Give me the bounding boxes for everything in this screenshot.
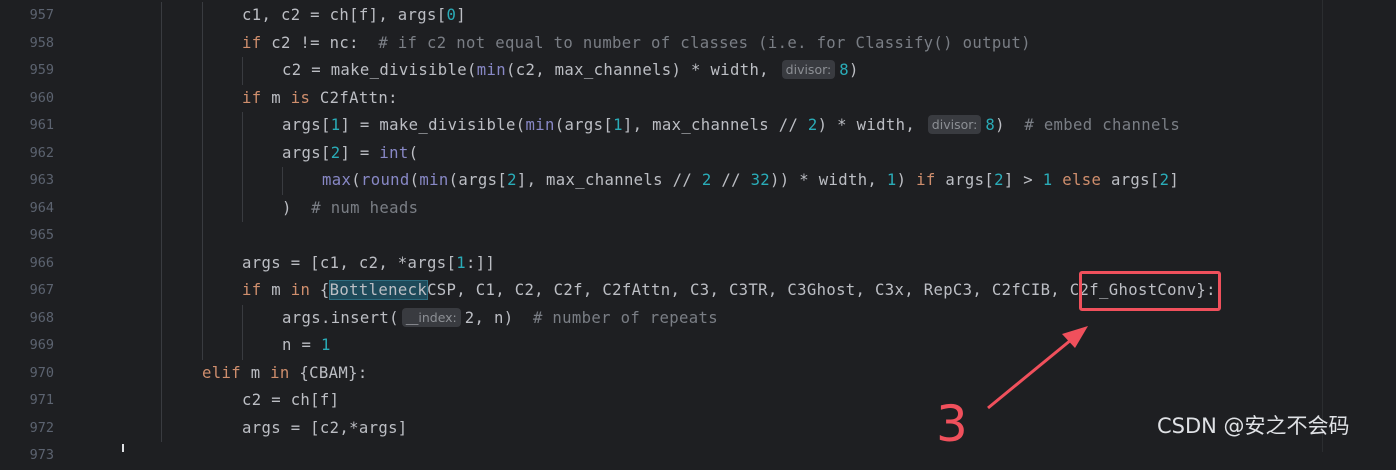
watermark-text: CSDN @安之不会码: [1157, 414, 1350, 438]
annotation-number: 3: [936, 395, 968, 453]
annotation-arrow: [987, 326, 1088, 410]
